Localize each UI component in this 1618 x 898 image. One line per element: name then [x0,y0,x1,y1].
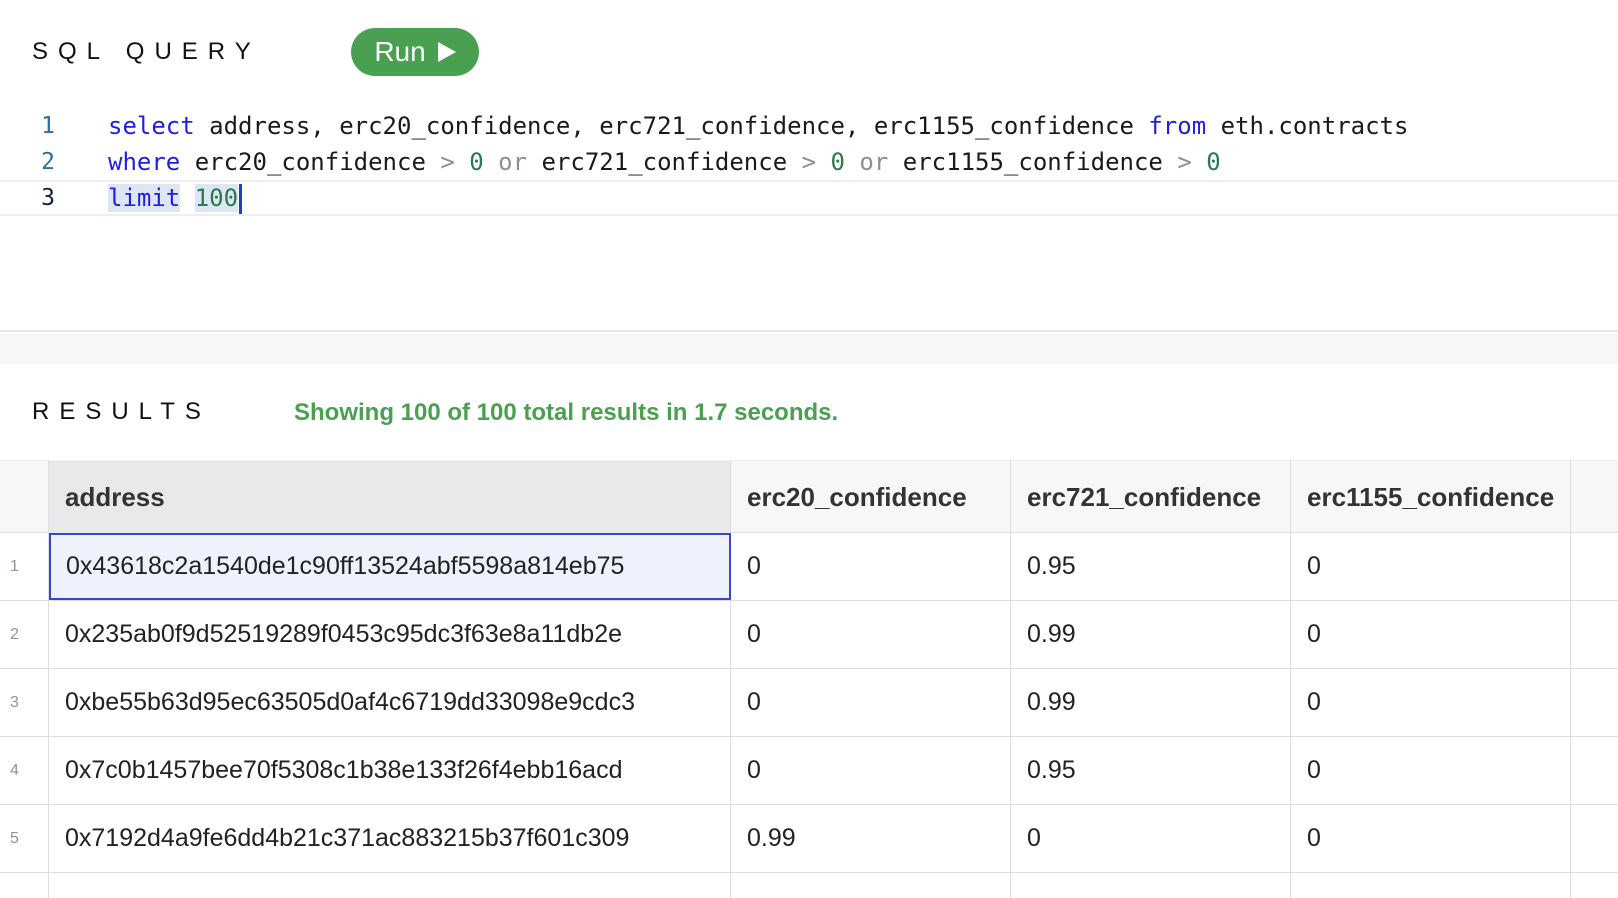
keyword: where [108,148,181,176]
code-text[interactable]: select address, erc20_confidence, erc721… [108,108,1408,144]
cell-erc721[interactable]: 0.95 [1011,533,1291,600]
identifier: erc721_confidence [527,148,802,176]
cell-erc20[interactable]: 0 [731,601,1011,668]
run-button[interactable]: Run [351,28,479,76]
cell-address[interactable]: 0xbe55b63d95ec63505d0af4c6719dd33098e9cd… [49,669,731,736]
cell-erc1155[interactable]: 0 [1291,805,1571,872]
cell-filler [1571,669,1618,736]
header-address[interactable]: address [49,461,731,533]
row-number: 4 [0,737,49,804]
cell-erc1155[interactable]: 0 [1291,669,1571,736]
identifier: eth.contracts [1206,112,1409,140]
sql-editor[interactable]: 1 select address, erc20_confidence, erc7… [0,108,1618,216]
results-section-title: RESULTS [32,398,211,425]
header-rownum [0,461,49,533]
cell-erc1155[interactable] [1291,873,1571,898]
line-number: 3 [41,185,55,211]
row-number: 2 [0,601,49,668]
results-grid[interactable]: address erc20_confidence erc721_confiden… [0,460,1618,898]
cell-address[interactable]: 0x235ab0f9d52519289f0453c95dc3f63e8a11db… [49,601,731,668]
table-row[interactable]: 1 0x43618c2a1540de1c90ff13524abf5598a814… [0,533,1618,601]
text-cursor [239,184,243,214]
header-erc721-confidence[interactable]: erc721_confidence [1011,461,1291,533]
row-number: 5 [0,805,49,872]
number-literal: 100 [194,184,239,212]
cell-filler [1571,737,1618,804]
code-line-3[interactable]: 3 limit 100 [0,180,1618,216]
cell-filler [1571,873,1618,898]
header-erc20-confidence[interactable]: erc20_confidence [731,461,1011,533]
row-number: 6 [0,873,49,898]
operator: or [483,148,528,176]
operator: > [440,148,455,176]
results-status: Showing 100 of 100 total results in 1.7 … [294,399,839,426]
table-row[interactable]: 3 0xbe55b63d95ec63505d0af4c6719dd33098e9… [0,669,1618,737]
table-row[interactable]: 5 0x7192d4a9fe6dd4b21c371ac883215b37f601… [0,805,1618,873]
row-number: 1 [0,533,49,600]
keyword: from [1148,112,1207,140]
table-row[interactable]: 4 0x7c0b1457bee70f5308c1b38e133f26f4ebb1… [0,737,1618,805]
run-label: Run [374,36,426,67]
identifier: erc20_confidence [180,148,441,176]
cell-erc20[interactable]: 0 [731,533,1011,600]
query-panel: SQL QUERY Run 1 select address, erc20_co… [0,0,1618,332]
cell-erc721[interactable]: 0.99 [1011,601,1291,668]
cell-filler [1571,533,1618,600]
cell-address[interactable]: 0x7c0b1457bee70f5308c1b38e133f26f4ebb16a… [49,737,731,804]
line-number: 2 [41,149,55,175]
keyword: limit [108,184,181,212]
cell-erc20[interactable]: 0 [731,669,1011,736]
keyword: select [108,112,195,140]
cell-erc20[interactable] [731,873,1011,898]
cell-filler [1571,601,1618,668]
identifier: erc1155_confidence [888,148,1178,176]
header-filler [1571,461,1618,533]
cell-address[interactable] [49,873,731,898]
row-number: 3 [0,669,49,736]
header-erc1155-confidence[interactable]: erc1155_confidence [1291,461,1571,533]
code-line-1[interactable]: 1 select address, erc20_confidence, erc7… [0,108,1618,144]
number-literal: 0 [454,148,484,176]
cell-erc721[interactable]: 0.99 [1011,669,1291,736]
table-row[interactable]: 2 0x235ab0f9d52519289f0453c95dc3f63e8a11… [0,601,1618,669]
query-section-title: SQL QUERY [32,38,261,65]
table-row[interactable]: 6 [0,873,1618,898]
cell-erc721[interactable]: 0.95 [1011,737,1291,804]
cell-erc20[interactable]: 0.99 [731,805,1011,872]
code-line-2[interactable]: 2 where erc20_confidence > 0 or erc721_c… [0,144,1618,180]
number-literal: 0 [816,148,845,176]
code-text[interactable]: where erc20_confidence > 0 or erc721_con… [108,144,1221,180]
cell-erc721[interactable] [1011,873,1291,898]
identifier: address, erc20_confidence, erc721_confid… [194,112,1149,140]
cell-erc1155[interactable]: 0 [1291,601,1571,668]
operator: or [844,148,889,176]
cell-erc1155[interactable]: 0 [1291,533,1571,600]
cell-erc1155[interactable]: 0 [1291,737,1571,804]
cell-filler [1571,805,1618,872]
cell-address[interactable]: 0x43618c2a1540de1c90ff13524abf5598a814eb… [49,533,731,600]
line-number: 1 [41,113,55,139]
cell-erc721[interactable]: 0 [1011,805,1291,872]
cell-address[interactable]: 0x7192d4a9fe6dd4b21c371ac883215b37f601c3… [49,805,731,872]
play-icon [437,42,456,62]
grid-header: address erc20_confidence erc721_confiden… [0,460,1618,533]
operator: > [801,148,817,176]
code-text[interactable]: limit 100 [108,182,243,214]
number-literal: 0 [1191,148,1221,176]
operator: > [1177,148,1192,176]
cell-erc20[interactable]: 0 [731,737,1011,804]
section-divider [0,334,1618,364]
